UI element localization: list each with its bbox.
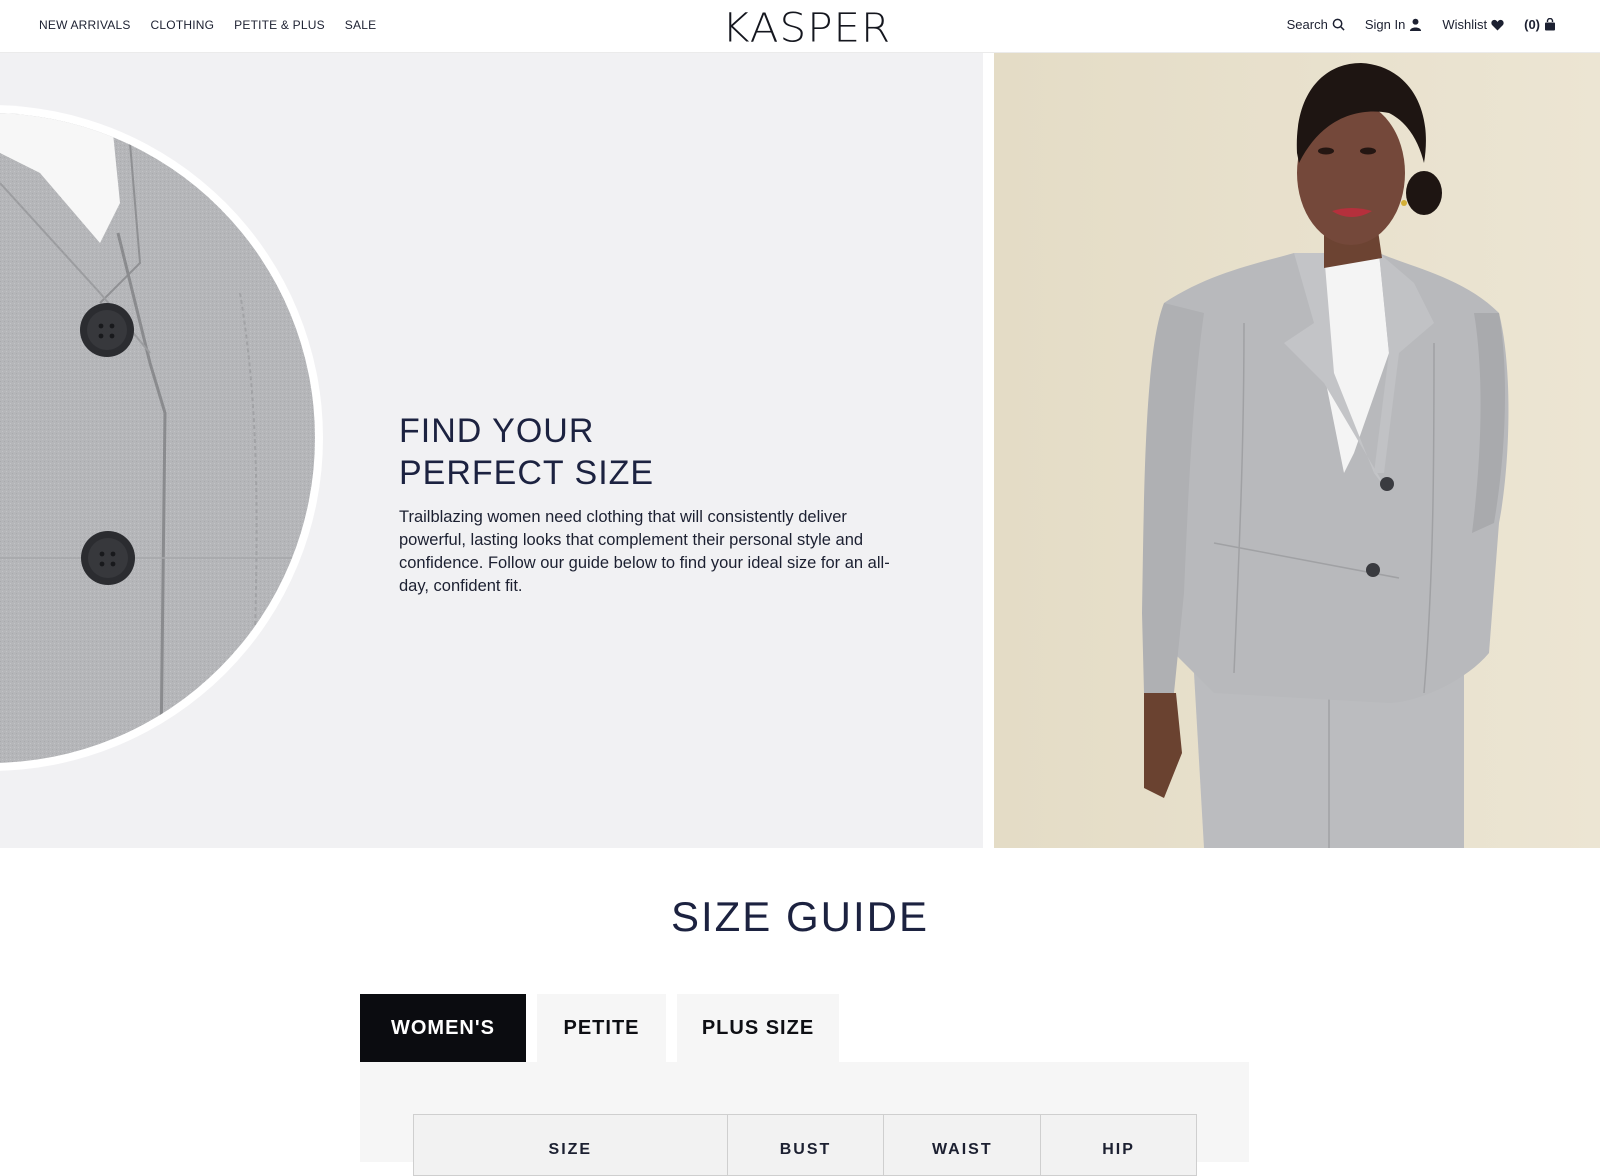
heart-icon [1491, 19, 1504, 31]
column-header-size: SIZE [414, 1115, 728, 1175]
hero-description: Trailblazing women need clothing that wi… [399, 508, 890, 595]
cart-link[interactable]: (0) [1524, 17, 1556, 32]
search-link[interactable]: Search [1287, 17, 1345, 32]
nav-new-arrivals[interactable]: NEW ARRIVALS [39, 18, 131, 32]
nav-clothing[interactable]: CLOTHING [151, 18, 215, 32]
bag-icon [1545, 18, 1555, 31]
column-header-hip: HIP [1102, 1141, 1135, 1158]
tab-plus-size[interactable]: PLUS SIZE [677, 994, 839, 1062]
tab-petite[interactable]: PETITE [537, 994, 666, 1062]
search-icon [1332, 18, 1345, 31]
column-header-waist: WAIST [884, 1115, 1042, 1175]
search-label: Search [1286, 17, 1328, 32]
hero-text-panel: FIND YOUR PERFECT SIZE Trailblazing wome… [0, 53, 983, 848]
sign-in-link[interactable]: Sign In [1365, 17, 1422, 32]
main-nav: NEW ARRIVALS CLOTHING PETITE & PLUS SALE [39, 18, 396, 32]
wishlist-label: Wishlist [1442, 17, 1488, 32]
user-icon [1410, 18, 1422, 31]
size-tabs: WOMEN'S PETITE PLUS SIZE [360, 994, 850, 1062]
site-header: NEW ARRIVALS CLOTHING PETITE & PLUS SALE… [0, 0, 1600, 53]
brand-logo[interactable]: KASPER [722, 4, 891, 51]
sign-in-label: Sign In [1364, 17, 1406, 32]
tab-womens[interactable]: WOMEN'S [360, 994, 526, 1062]
hero-title-line-1: FIND YOUR [399, 412, 595, 450]
column-header-bust: BUST [728, 1115, 885, 1175]
size-guide-title: SIZE GUIDE [670, 893, 930, 940]
size-table-panel: SIZE BUST WAIST HIP [360, 1062, 1249, 1176]
nav-sale[interactable]: SALE [345, 18, 377, 32]
utility-nav: Search Sign In Wishlist (0) [1267, 17, 1556, 32]
hero-title-line-2: PERFECT SIZE [399, 454, 655, 492]
model-in-gray-suit-image [994, 53, 1600, 848]
wishlist-link[interactable]: Wishlist [1442, 17, 1504, 32]
cart-count: (0) [1524, 17, 1540, 32]
nav-petite-plus[interactable]: PETITE & PLUS [234, 18, 325, 32]
size-table: SIZE BUST WAIST HIP [413, 1114, 1197, 1176]
hero-title: FIND YOUR PERFECT SIZE [399, 410, 654, 494]
model-photo [994, 53, 1600, 848]
